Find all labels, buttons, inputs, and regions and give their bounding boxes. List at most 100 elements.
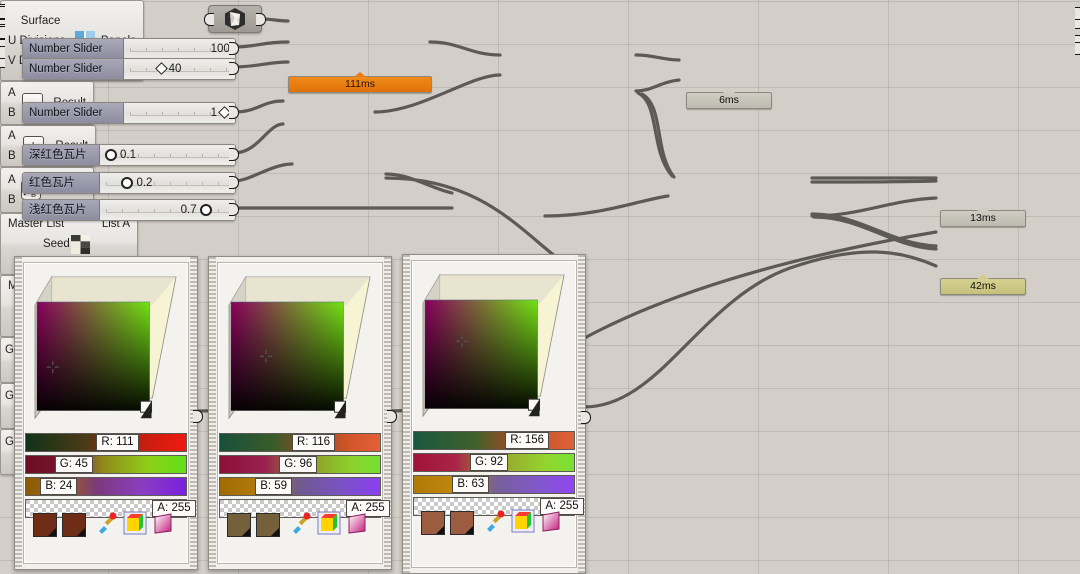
slider-track-5[interactable]: 0.2 [100,173,235,193]
red-channel-slider[interactable]: R: 156 [413,431,575,450]
slider-name-label-1[interactable]: Number Slider [23,39,124,59]
colour-cube-svg[interactable] [419,269,567,424]
blue-channel-slider[interactable]: B: 63 [413,475,575,494]
colour-swatch-output-port-2[interactable] [387,410,397,423]
red-channel-value-label: R: 156 [505,432,549,449]
master-list-2-listb-output-port[interactable] [1075,42,1080,55]
preview-1-timing-label: 6ms [719,94,739,106]
slider-output-port-6[interactable] [229,203,239,216]
colour-swatch-output-port-3[interactable] [581,411,591,424]
blue-channel-slider[interactable]: B: 59 [219,477,381,496]
slider-value-label-6: 0.7 [181,204,197,216]
colour-swatch-panel-2[interactable]: R: 116G: 96B: 59A: 255 [208,256,392,570]
grasshopper-canvas[interactable]: Surface U Divisions V Divisions Panels 1… [0,0,1080,574]
eyedropper-icon[interactable] [289,511,313,535]
colour-cube-svg[interactable] [225,271,373,426]
colour-cube-icon[interactable] [123,511,147,535]
slider-output-port-2[interactable] [229,62,239,75]
panel-edge-left [209,257,216,569]
slider-name-label-2[interactable]: Number Slider [23,59,124,79]
colour-cube-3[interactable] [419,269,567,424]
colour-swatch-panel-3[interactable]: R: 156G: 92B: 63A: 255 [402,254,586,574]
number-slider-1[interactable]: Number Slider 100 [22,38,236,60]
slider-value-4[interactable]: 0.1 [102,145,136,165]
channel-bars-3: R: 156G: 92B: 63A: 255 [413,431,575,519]
blue-channel-value-label: B: 24 [40,478,77,495]
addition-b-label: B [8,146,21,166]
slider-track-3[interactable]: 1 [124,103,235,123]
surface-param-input-port[interactable] [204,13,214,26]
slider-track-4[interactable]: 0.1 [100,145,235,165]
slider-knob-6[interactable] [200,204,212,216]
channel-bars-2: R: 116G: 96B: 59A: 255 [219,433,381,521]
red-channel-slider[interactable]: R: 116 [219,433,381,452]
number-slider-2[interactable]: Number Slider 40 [22,58,236,80]
swatch-preview-row-3 [421,511,474,535]
panels-input-surface-label: Surface [8,11,73,31]
green-channel-slider[interactable]: G: 96 [219,455,381,474]
green-channel-slider[interactable]: G: 92 [413,453,575,472]
slider-track-1[interactable]: 100 [124,39,235,59]
colour-swatch-preview-2[interactable] [62,513,86,537]
colour-swatch-preview-1[interactable] [227,513,251,537]
eyedropper-icon[interactable] [95,511,119,535]
eyedropper-icon[interactable] [483,509,507,533]
colour-swatch-preview-1[interactable] [421,511,445,535]
colour-swatch-panel-1[interactable]: R: 111G: 45B: 24A: 255 [14,256,198,570]
green-channel-slider[interactable]: G: 45 [25,455,187,474]
red-channel-slider[interactable]: R: 111 [25,433,187,452]
colour-plane-icon[interactable] [151,511,175,535]
subtraction-a-label: A [8,83,21,103]
colour-swatch-output-port-1[interactable] [193,410,203,423]
number-slider-6[interactable]: 浅红色瓦片 0.7 [22,199,236,221]
blue-channel-slider[interactable]: B: 24 [25,477,187,496]
number-slider-4[interactable]: 深红色瓦片0.1 [22,144,236,166]
surface-param-output-port[interactable] [256,13,266,26]
slider-output-port-5[interactable] [229,176,239,189]
colour-swatch-preview-2[interactable] [450,511,474,535]
surface-param-node[interactable] [208,5,262,33]
colour-plane-icon[interactable] [539,509,563,533]
slider-knob-5[interactable] [121,177,133,189]
panel-edge-left [15,257,22,569]
slider-track-6[interactable]: 0.7 [100,200,235,220]
slider-name-label-6[interactable]: 浅红色瓦片 [23,200,100,220]
slider-value-label-2: 40 [169,63,182,75]
colour-cube-1[interactable] [31,271,179,426]
colour-plane-icon[interactable] [345,511,369,535]
red-channel-value-label: R: 116 [292,434,335,451]
slider-wrapper-2: Number Slider 40 [22,58,234,78]
slider-output-port-1[interactable] [229,42,239,55]
colour-swatch-preview-1[interactable] [33,513,57,537]
slider-track-2[interactable]: 40 [124,59,235,79]
slider-value-5[interactable]: 0.2 [118,173,152,193]
slider-name-label-3[interactable]: Number Slider [23,103,124,123]
slider-knob-2[interactable] [155,63,168,76]
colour-cube-icon[interactable] [511,509,535,533]
number-slider-3[interactable]: Number Slider1 [22,102,236,124]
slider-value-label-1: 100 [211,43,230,55]
slider-output-port-4[interactable] [229,148,239,161]
slider-value-6[interactable]: 0.7 [181,200,215,220]
colour-swatch-preview-2[interactable] [256,513,280,537]
slider-wrapper-4: 深红色瓦片0.1 [22,144,234,164]
master-list-2-lista-output-port[interactable] [1075,7,1080,20]
surface-hex-icon [223,7,247,31]
preview-3-geometry-input-port[interactable] [0,6,5,19]
preview-3-material-input-port[interactable] [0,26,5,39]
master-list-2-split-input-port[interactable] [0,46,5,59]
slider-output-port-3[interactable] [229,106,239,119]
number-slider-5[interactable]: 红色瓦片 0.2 [22,172,236,194]
colour-cube-2[interactable] [225,271,373,426]
preview-1-timing-bar: 6ms [686,92,772,109]
slider-value-label-5: 0.2 [136,177,152,189]
colour-cube-svg[interactable] [31,271,179,426]
colour-cube-icon[interactable] [317,511,341,535]
blue-channel-value-label: B: 63 [452,476,489,493]
slider-name-label-5[interactable]: 红色瓦片 [23,173,100,193]
preview-2-timing-bar: 13ms [940,210,1026,227]
addition-a-label: A [8,126,21,146]
slider-name-label-4[interactable]: 深红色瓦片 [23,145,100,165]
slider-knob-4[interactable] [105,149,117,161]
slider-value-2[interactable]: 40 [154,59,182,79]
